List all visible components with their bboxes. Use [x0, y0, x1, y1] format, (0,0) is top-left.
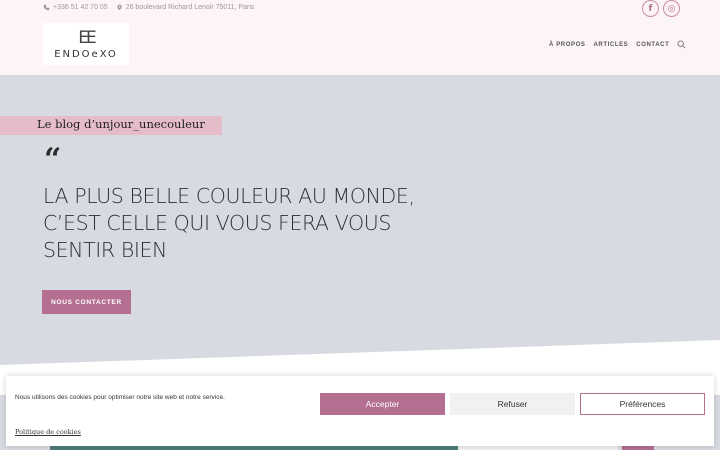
nav-item-a-propos[interactable]: À PROPOS [549, 42, 585, 48]
cookie-policy-link[interactable]: Politique de cookies [15, 428, 81, 436]
address-text: 26 boulevard Richard Lenoir 75011, Paris [125, 4, 255, 11]
phone-icon [43, 4, 50, 11]
phone-text: +336 51 42 70 05 [53, 4, 108, 11]
cookie-banner: Nous utilisons des cookies pour optimise… [6, 376, 714, 446]
nav-item-contact[interactable]: CONTACT [636, 42, 669, 48]
logo-text: ENDOeXO [54, 48, 118, 60]
headline-line: LA PLUS BELLE COULEUR AU MONDE, [43, 184, 415, 208]
facebook-icon[interactable]: f [642, 0, 659, 17]
contact-us-button[interactable]: NOUS CONTACTER [42, 290, 131, 314]
logo-mark: EE [78, 27, 97, 48]
search-icon[interactable] [677, 40, 686, 49]
social-links: f ◎ [642, 0, 680, 17]
cookie-message: Nous utilisons des cookies pour optimise… [15, 394, 225, 401]
phone-link[interactable]: +336 51 42 70 05 [43, 4, 108, 11]
site-header: +336 51 42 70 05 26 boulevard Richard Le… [0, 0, 720, 75]
headline-line: C’EST CELLE QUI VOUS FERA VOUS [43, 211, 391, 235]
site-logo[interactable]: EE ENDOeXO [43, 23, 129, 65]
preferences-button[interactable]: Préférences [580, 393, 705, 415]
headline-line: SENTIR BIEN [43, 238, 167, 262]
refuse-button[interactable]: Refuser [450, 393, 575, 415]
blog-tag: Le blog d’unjour_unecouleur [37, 117, 205, 131]
accept-button[interactable]: Accepter [320, 393, 445, 415]
hero-headline: LA PLUS BELLE COULEUR AU MONDE, C’EST CE… [43, 183, 473, 264]
main-nav: À PROPOS ARTICLES CONTACT [549, 40, 686, 49]
quote-mark-icon: “ [44, 142, 62, 177]
instagram-icon[interactable]: ◎ [663, 0, 680, 17]
address-link[interactable]: 26 boulevard Richard Lenoir 75011, Paris [116, 4, 255, 11]
location-pin-icon [117, 4, 122, 11]
contact-info: +336 51 42 70 05 26 boulevard Richard Le… [43, 4, 254, 11]
nav-item-articles[interactable]: ARTICLES [593, 42, 628, 48]
